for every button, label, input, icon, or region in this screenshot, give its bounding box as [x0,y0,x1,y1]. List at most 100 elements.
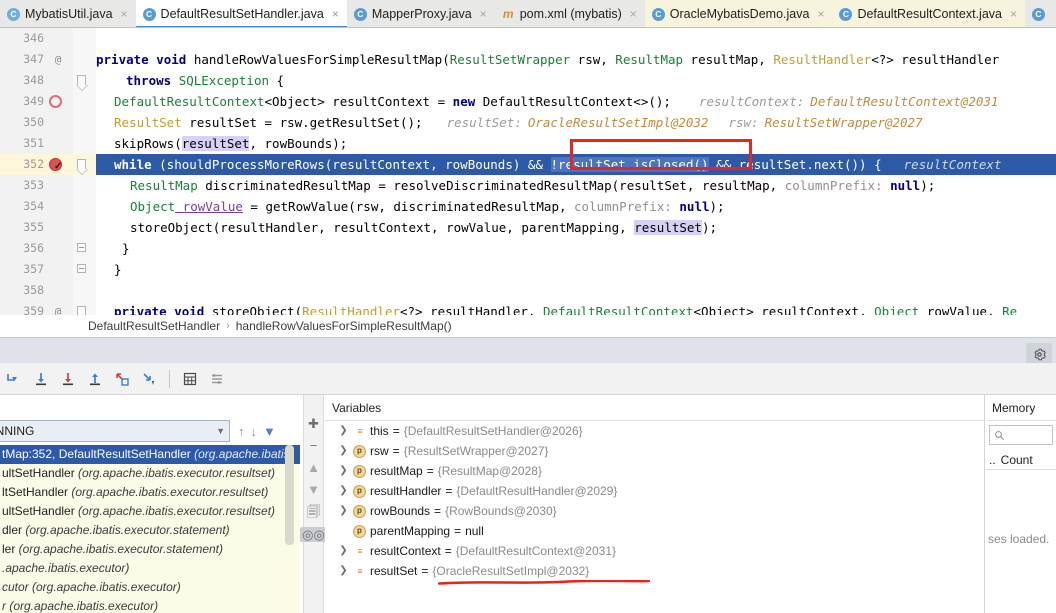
panel-splitter[interactable] [984,395,985,613]
variable-row[interactable]: ❯ ≡ this = {DefaultResultSetHandler@2026… [325,421,984,441]
code-line[interactable]: 357 } [0,259,1056,280]
add-icon[interactable]: ✚ [308,417,319,430]
stack-frame-row[interactable]: .apache.ibatis.executor) [0,559,300,578]
arrow-up-icon[interactable]: ↑ [238,424,245,439]
code-text: private void storeObject(ResultHandler<?… [96,301,1017,315]
show-execution-point-icon[interactable] [2,367,26,391]
call-stack-list[interactable]: tMap:352, DefaultResultSetHandler (org.a… [0,445,300,613]
move-down-icon[interactable]: ▼ [307,483,320,496]
breadcrumb[interactable]: DefaultResultSetHandler › handleRowValue… [0,315,1056,337]
close-icon[interactable]: × [1010,7,1017,21]
frames-panel[interactable]: UNNING ▼ ↑ ↓ ▼ tMap:352, DefaultResultSe… [0,395,300,613]
arrow-down-icon[interactable]: ↓ [251,424,258,439]
stack-frame-row[interactable]: ultSetHandler (org.apache.ibatis.executo… [0,502,300,521]
code-line[interactable]: 346 [0,28,1056,49]
variable-row[interactable]: ❯ ≡ resultSet = {OracleResultSetImpl@203… [325,561,984,581]
step-into-icon[interactable] [56,367,80,391]
force-step-into-icon[interactable] [110,367,134,391]
run-to-cursor-icon[interactable] [137,367,161,391]
expand-arrow-icon[interactable]: ❯ [338,441,349,461]
variable-row[interactable]: ❯ p rowBounds = {RowBounds@2030} [325,501,984,521]
close-icon[interactable]: × [332,7,339,21]
watches-icon[interactable]: ◎◎ [300,527,327,542]
expand-arrow-icon[interactable]: ❯ [338,561,349,581]
stack-frame-row[interactable]: ler (org.apache.ibatis.executor.statemen… [0,540,300,559]
move-up-icon[interactable]: ▲ [307,461,320,474]
code-line[interactable]: 347 @ private void handleRowValuesForSim… [0,49,1056,70]
breakpoint-active-icon[interactable] [49,156,62,177]
thread-selector[interactable]: UNNING ▼ [0,420,230,442]
expand-arrow-icon[interactable]: ❯ [338,501,349,521]
memory-panel[interactable]: Memory .. Count ses loaded. [986,395,1056,613]
frames-panel-header [0,395,300,420]
tab-label: DefaultResultSetHandler.java [160,7,324,21]
close-icon[interactable]: × [121,7,128,21]
fold-arrow-icon[interactable] [75,158,88,175]
override-marker-icon[interactable]: @ [48,49,68,70]
code-line[interactable]: 351 skipRows(resultSet, rowBounds); [0,133,1056,154]
code-frag: resultMap, [683,52,774,67]
code-line-current[interactable]: 352 while (shouldProcessMoreRows(resultC… [0,154,1056,177]
layout-settings-icon[interactable] [205,367,229,391]
tab-defaultresultcontext[interactable]: C DefaultResultContext.java × [832,0,1025,27]
code-text: storeObject(resultHandler, resultContext… [96,217,717,238]
memory-search-input[interactable] [989,425,1053,445]
stack-frame-row[interactable]: ltSetHandler (org.apache.ibatis.executor… [0,483,300,502]
tab-mybatisutil[interactable]: C MybatisUtil.java × [0,0,136,27]
tab-oraclemybatisdemo[interactable]: C OracleMybatisDemo.java × [644,0,833,27]
frames-toolbar[interactable]: ↑ ↓ ▼ [232,420,300,442]
fold-arrow-icon[interactable] [75,305,88,315]
variable-row[interactable]: ❯ ≡ resultContext = {DefaultResultContex… [325,541,984,561]
stack-frame-row[interactable]: dler (org.apache.ibatis.executor.stateme… [0,521,300,540]
expand-arrow-icon[interactable]: ❯ [338,541,349,561]
evaluate-expression-icon[interactable] [178,367,202,391]
override-marker-icon[interactable]: @ [48,301,68,315]
fold-arrow-icon[interactable] [75,74,88,91]
fold-box-icon[interactable] [75,242,88,255]
breakpoint-disabled-icon[interactable] [49,95,62,108]
step-over-icon[interactable] [29,367,53,391]
variables-toolbar[interactable]: ✚ − ▲ ▼ 🗐 ◎◎ [300,395,327,613]
copy-icon[interactable]: 🗐 [307,505,320,518]
stack-frame-row[interactable]: ultSetHandler (org.apache.ibatis.executo… [0,464,300,483]
gear-icon[interactable] [1026,343,1052,365]
tab-defaultresultsethandler[interactable]: C DefaultResultSetHandler.java × [135,0,348,27]
code-line[interactable]: 358 [0,280,1056,301]
stack-frame-row[interactable]: r (org.apache.ibatis.executor) [0,597,300,613]
close-icon[interactable]: × [480,7,487,21]
variable-row[interactable]: ❯ p rsw = {ResultSetWrapper@2027} [325,441,984,461]
filter-icon[interactable]: ▼ [263,424,276,439]
variables-panel[interactable]: Variables ❯ ≡ this = {DefaultResultSetHa… [325,395,985,613]
tab-overflow-partial[interactable]: C [1025,0,1053,27]
expand-arrow-icon[interactable]: ❯ [338,421,349,441]
frames-scrollbar[interactable] [285,445,294,545]
step-out-icon[interactable] [83,367,107,391]
variable-row[interactable]: ❯ p resultHandler = {DefaultResultHandle… [325,481,984,501]
code-line[interactable]: 353 ResultMap discriminatedResultMap = r… [0,175,1056,196]
close-icon[interactable]: × [817,7,824,21]
variable-row[interactable]: p parentMapping = null [325,521,984,541]
breadcrumb-class[interactable]: DefaultResultSetHandler [88,319,220,333]
stack-frame-row[interactable]: tMap:352, DefaultResultSetHandler (org.a… [0,445,300,464]
variable-row[interactable]: ❯ p resultMap = {ResultMap@2028} [325,461,984,481]
stack-frame-row[interactable]: cutor (org.apache.ibatis.executor) [0,578,300,597]
code-line[interactable]: 356 } [0,238,1056,259]
code-line[interactable]: 348 throws SQLException { [0,70,1056,91]
close-icon[interactable]: × [630,7,637,21]
code-line[interactable]: 350 ResultSet resultSet = rsw.getResultS… [0,112,1056,133]
code-line[interactable]: 354 Object rowValue = getRowValue(rsw, d… [0,196,1056,217]
code-editor[interactable]: 346 347 @ private void handleRowValuesFo… [0,28,1056,315]
expand-arrow-icon[interactable]: ❯ [338,461,349,481]
tab-mapperproxy[interactable]: C MapperProxy.java × [346,0,495,27]
chevron-down-icon[interactable]: ▼ [216,426,225,436]
fold-box-icon[interactable] [75,263,88,276]
memory-column-headers[interactable]: .. Count [986,450,1056,470]
expand-arrow-icon[interactable]: ❯ [338,481,349,501]
code-line[interactable]: 355 storeObject(resultHandler, resultCon… [0,217,1056,238]
breadcrumb-method[interactable]: handleRowValuesForSimpleResultMap() [236,319,452,333]
remove-icon[interactable]: − [310,439,318,452]
code-line[interactable]: 359 @ private void storeObject(ResultHan… [0,301,1056,315]
tab-pom-xml[interactable]: m pom.xml (mybatis) × [494,0,645,27]
code-line[interactable]: 349 DefaultResultContext<Object> resultC… [0,91,1056,112]
debug-step-toolbar[interactable] [0,363,1056,395]
